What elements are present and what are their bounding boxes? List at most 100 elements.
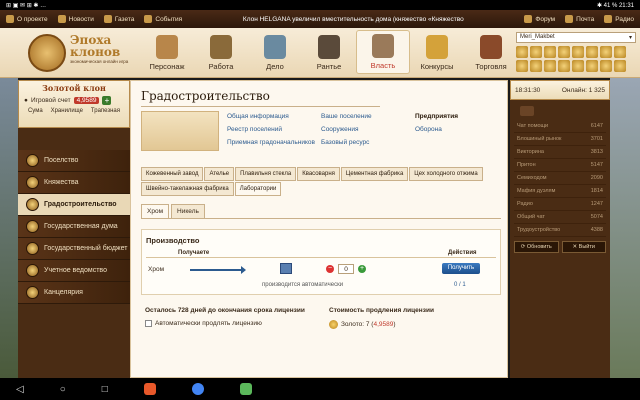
chat-room[interactable]: Чат помощи 6147 (514, 120, 606, 133)
news-ticker[interactable]: Клон HELGANA увеличил вместительность до… (192, 16, 514, 23)
badge-icon[interactable] (558, 46, 570, 58)
nav-label: Торговля (475, 62, 507, 71)
sidebar-item-4[interactable]: Государственный бюджет (18, 238, 130, 260)
link-general-info[interactable]: Общая информация (227, 113, 321, 120)
link-structures[interactable]: Сооружения (321, 126, 415, 133)
badge-icon[interactable] (586, 60, 598, 72)
game-app-icon[interactable] (239, 383, 252, 395)
badge-icon[interactable] (600, 60, 612, 72)
tab-nickel[interactable]: Никель (171, 204, 205, 218)
tab-enterprise-1[interactable]: Ателье (204, 167, 235, 181)
logo[interactable]: Эпоха клонов экономическая онлайн игра (28, 32, 138, 74)
nav-item-3[interactable]: Рантье (302, 30, 356, 74)
tab-enterprise-7[interactable]: Лаборатории (234, 182, 282, 196)
back-icon[interactable]: ◁ (16, 384, 24, 395)
coin-icon: ● (24, 97, 28, 104)
nav-item-2[interactable]: Дело (248, 30, 302, 74)
chat-room[interactable]: Викторина 3813 (514, 146, 606, 159)
chat-room[interactable]: Трудоустройство 4388 (514, 224, 606, 237)
nav-icon (156, 35, 178, 59)
link-base-resource[interactable]: Базовый ресурс (321, 139, 415, 146)
badge-icon[interactable] (586, 46, 598, 58)
sidebar-item-3[interactable]: Государственная дума (18, 216, 130, 238)
badge-icon[interactable] (600, 46, 612, 58)
logo-text-2: клонов (70, 45, 121, 59)
quantity-input[interactable]: 0 (338, 264, 354, 274)
topnav-item-mail[interactable]: Почта (565, 15, 594, 23)
link-enterprises[interactable]: Предприятия (415, 113, 509, 120)
nav-item-0[interactable]: Персонаж (140, 30, 194, 74)
nav-item-4[interactable]: Власть (356, 30, 410, 74)
brave-app-icon[interactable] (143, 383, 156, 395)
sidebar-item-2[interactable]: Градостроительство (18, 194, 130, 216)
sidebar-item-5[interactable]: Учетное ведомство (18, 260, 130, 282)
chat-tab[interactable] (520, 106, 534, 116)
tab-enterprise-4[interactable]: Цементная фабрика (340, 167, 409, 181)
topnav-item-about[interactable]: О проекте (6, 15, 48, 23)
nav-item-1[interactable]: Работа (194, 30, 248, 74)
tab-enterprise-3[interactable]: Квасоварня (297, 167, 340, 181)
tab-enterprise-5[interactable]: Цех холодного отжима (409, 167, 483, 181)
receive-button[interactable]: Получить (442, 263, 480, 274)
exit-button[interactable]: ✕ Выйти (561, 241, 606, 253)
menu-emblem-icon (26, 220, 39, 233)
badge-icon[interactable] (572, 60, 584, 72)
tab-chrome[interactable]: Хром (141, 204, 170, 218)
nav-item-5[interactable]: Конкурсы (410, 30, 464, 74)
sidebar-item-6[interactable]: Канцелярия (18, 282, 130, 304)
tab-enterprise-0[interactable]: Кожевенный завод (141, 167, 204, 181)
link-your-settlement[interactable]: Ваше поселение (321, 113, 415, 120)
topnav-item-events[interactable]: События (144, 15, 182, 23)
license-cost-title: Стоимость продления лицензии (329, 307, 434, 314)
chat-room[interactable]: Радио 1247 (514, 198, 606, 211)
badge-icon[interactable] (572, 46, 584, 58)
chrome-app-icon[interactable] (191, 383, 204, 395)
building-bag[interactable]: Сума (28, 108, 43, 114)
chat-room-name: Блошиный рынок (517, 136, 562, 142)
tab-enterprise-6[interactable]: Швейно-такелажная фабрика (141, 182, 234, 196)
topnav-item-newspaper[interactable]: Газета (103, 15, 134, 23)
chat-buttons: ⟳ Обновить ✕ Выйти (514, 241, 606, 253)
badge-icon[interactable] (614, 46, 626, 58)
sidebar-item-0[interactable]: Поселство (18, 150, 130, 172)
nav-item-6[interactable]: Торговля (464, 30, 518, 74)
chat-room-count: 2090 (590, 175, 603, 181)
account-label[interactable]: Игровой счет (31, 97, 71, 104)
auto-production-text: производится автоматически (262, 282, 344, 288)
sidebar-item-1[interactable]: Княжества (18, 172, 130, 194)
refresh-button[interactable]: ⟳ Обновить (514, 241, 559, 253)
link-settlement-registry[interactable]: Реестр поселений (227, 126, 321, 133)
chat-room[interactable]: Мафия дуэлям 1814 (514, 185, 606, 198)
clan-panel: Золотой клон ● Игровой счет 4,9589 + Сум… (18, 80, 130, 128)
topnav-item-news[interactable]: Новости (57, 15, 94, 23)
badge-icon[interactable] (544, 60, 556, 72)
topnav-item-forum[interactable]: Форум (524, 15, 555, 23)
link-mayor-reception[interactable]: Приемная градоначальников (227, 139, 321, 146)
building-storage[interactable]: Хранилище (51, 108, 83, 114)
user-select[interactable]: Meri_Makbet ▾ (516, 32, 636, 43)
chat-room[interactable]: Блошиный рынок 3701 (514, 133, 606, 146)
chat-room[interactable]: Семиходом 2090 (514, 172, 606, 185)
badge-icon[interactable] (516, 46, 528, 58)
decrease-button[interactable]: − (326, 265, 334, 273)
home-icon[interactable]: ○ (60, 384, 66, 395)
tab-enterprise-2[interactable]: Плавильня стекла (235, 167, 297, 181)
checkbox-icon[interactable] (145, 320, 152, 327)
chat-room[interactable]: Общий чат 5074 (514, 211, 606, 224)
increase-button[interactable]: + (358, 265, 366, 273)
recents-icon[interactable]: □ (102, 384, 108, 395)
link-defense[interactable]: Оборона (415, 126, 509, 133)
chat-room[interactable]: Притон 5147 (514, 159, 606, 172)
badge-icon[interactable] (530, 46, 542, 58)
badge-icon[interactable] (614, 60, 626, 72)
add-funds-button[interactable]: + (102, 96, 112, 105)
chevron-down-icon: ▾ (628, 35, 632, 41)
badge-icon[interactable] (516, 60, 528, 72)
auto-renew-checkbox[interactable]: Автоматически продлять лицензию (145, 320, 262, 327)
android-nav-bar: ◁ ○ □ (0, 378, 640, 400)
topnav-item-radio[interactable]: Радио (604, 15, 634, 23)
badge-icon[interactable] (530, 60, 542, 72)
badge-icon[interactable] (544, 46, 556, 58)
badge-icon[interactable] (558, 60, 570, 72)
building-dining[interactable]: Трапезная (91, 108, 120, 114)
